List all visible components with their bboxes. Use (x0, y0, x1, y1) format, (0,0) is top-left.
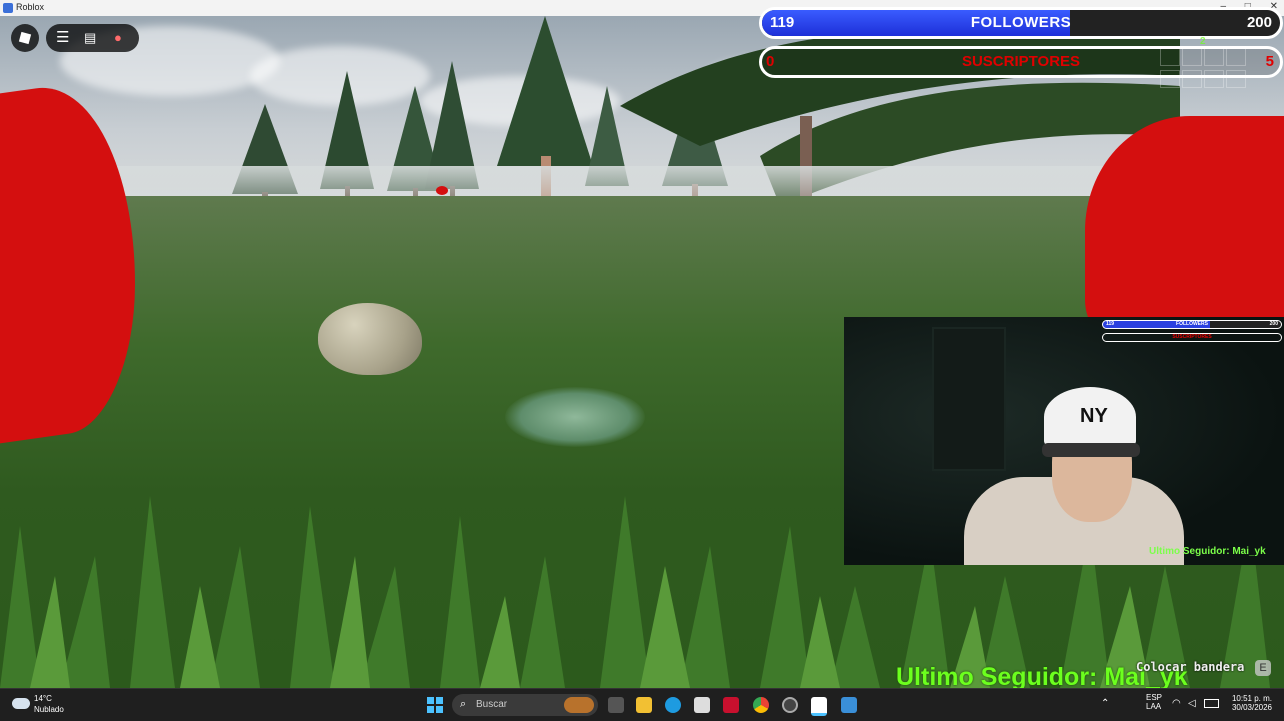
webcam-mini-followers-current: 119 (1106, 321, 1115, 327)
minimap-cell (1204, 48, 1224, 66)
minimap-cell (1204, 70, 1224, 88)
minimap-cell (1226, 70, 1246, 88)
chrome-icon[interactable] (753, 697, 769, 713)
obs-icon[interactable] (782, 697, 798, 713)
subscribers-goal: 5 (1265, 53, 1274, 70)
minimap-grid: 2 (1160, 30, 1250, 100)
search-highlight-icon (564, 697, 594, 713)
followers-label: FOLLOWERS (970, 14, 1072, 31)
store-icon[interactable] (694, 697, 710, 713)
language-line1: ESP (1146, 693, 1163, 702)
followers-goal: 200 (1246, 14, 1272, 31)
red-flag (1085, 116, 1284, 346)
tray-overflow-icon[interactable]: ⌃ (1101, 698, 1109, 709)
app-red-icon[interactable] (723, 697, 739, 713)
language-line2: LAA (1146, 702, 1162, 711)
minimap-cell (1160, 48, 1180, 66)
minimap-value: 2 (1200, 36, 1206, 47)
streamer-cap-brim (1042, 443, 1140, 457)
prompt-key-e[interactable]: E (1255, 660, 1271, 676)
search-icon: ⌕ (460, 698, 467, 710)
weather-description[interactable]: Nublado (34, 705, 64, 714)
webcam-last-follower: Ultimo Seguidor: Mai_yk (1149, 546, 1266, 557)
clock-date: 30/03/2026 (1231, 703, 1272, 712)
cap-logo: NY (1080, 405, 1108, 427)
cloud-weather-icon[interactable] (12, 698, 30, 709)
microphone-muted-icon[interactable]: ● (114, 30, 122, 45)
battery-icon[interactable] (1204, 699, 1219, 708)
place-flag-prompt: Colocar bandera (1136, 660, 1245, 674)
webcam-mini-followers-label: FOLLOWERS (1176, 321, 1208, 327)
edge-browser-icon[interactable] (665, 697, 681, 713)
app-blue-icon[interactable] (841, 697, 857, 713)
roblox-taskbar-icon[interactable] (811, 697, 827, 716)
wall-picture (932, 327, 1006, 471)
taskbar-clock[interactable]: 10:51 p. m. 30/03/2026 (1228, 694, 1272, 712)
webcam-mini-followers: 119 FOLLOWERS 200 (1102, 320, 1282, 329)
followers-current: 119 (770, 14, 795, 31)
taskbar-search-placeholder: Buscar (476, 699, 508, 710)
rock (318, 303, 422, 375)
volume-icon[interactable]: ◁ (1188, 698, 1196, 709)
minimap-cell (1182, 48, 1202, 66)
subscribers-current: 0 (766, 53, 775, 70)
hamburger-icon[interactable]: ☰ (56, 28, 69, 46)
webcam-overlay: 119 FOLLOWERS 200 SUSCRIPTORES NY Ultimo… (844, 317, 1284, 565)
task-view-icon[interactable] (608, 697, 624, 713)
chat-icon[interactable]: ▤ (84, 30, 96, 46)
roblox-app-icon (3, 3, 13, 13)
windows-start-button[interactable] (427, 697, 443, 713)
file-explorer-icon[interactable] (636, 697, 652, 713)
windows-taskbar: 14°C Nublado ⌕ Buscar ⌃ ESP LAA ◠ ◁ 10:5… (0, 688, 1284, 721)
minimap-cell (1226, 48, 1246, 66)
minimap-cell (1182, 70, 1202, 88)
window-title: Roblox (16, 2, 45, 12)
webcam-mini-followers-goal: 200 (1269, 321, 1278, 327)
roblox-menu-button[interactable] (11, 24, 39, 52)
minimap-cell (1160, 70, 1180, 88)
taskbar-search[interactable]: ⌕ Buscar (452, 694, 598, 716)
webcam-mini-subscribers: SUSCRIPTORES (1102, 333, 1282, 342)
weather-temperature[interactable]: 14°C (34, 694, 52, 703)
wifi-icon[interactable]: ◠ (1172, 698, 1181, 709)
distant-flag (436, 186, 448, 195)
language-indicator[interactable]: ESP LAA (1146, 693, 1162, 711)
roblox-topbar-group: ☰ ▤ ● (46, 24, 139, 52)
clock-time: 10:51 p. m. (1231, 694, 1272, 703)
